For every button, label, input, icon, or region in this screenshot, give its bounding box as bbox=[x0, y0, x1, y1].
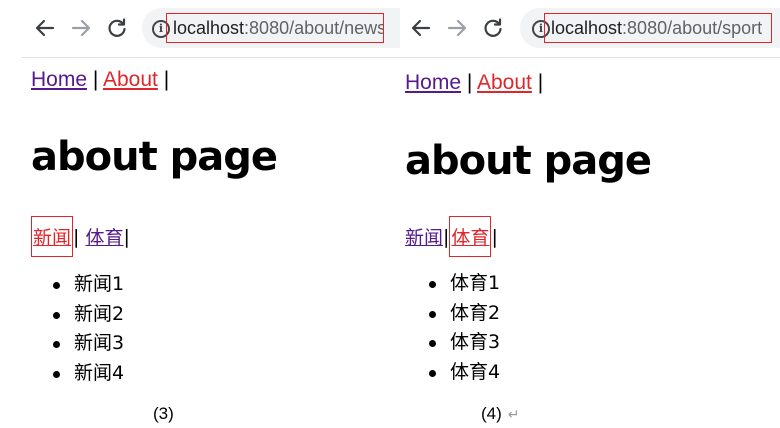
caption-right: (4) ↵ bbox=[481, 404, 520, 424]
back-arrow-icon bbox=[35, 19, 55, 37]
browser-toolbar: i localhost:8080/about/sport bbox=[400, 0, 780, 58]
paragraph-mark-icon: ↵ bbox=[507, 406, 520, 422]
address-bar[interactable]: i localhost:8080/about/sport bbox=[520, 8, 780, 48]
news-link[interactable]: 新闻 bbox=[31, 216, 74, 257]
url-path: :8080/about/news bbox=[244, 17, 384, 38]
page-title: about page bbox=[31, 134, 278, 180]
list-item: 体育2 bbox=[426, 299, 500, 329]
url-host: localhost bbox=[173, 17, 245, 38]
caption-label: (3) bbox=[153, 404, 174, 423]
nav-separator: | bbox=[87, 68, 103, 91]
news-list: 新闻1 新闻2 新闻3 新闻4 bbox=[50, 270, 124, 388]
subnav-separator: | bbox=[73, 225, 80, 248]
address-bar[interactable]: i localhost:8080/about/news bbox=[142, 8, 400, 48]
top-nav: Home | About | bbox=[31, 68, 169, 92]
caption-label: (4) bbox=[481, 404, 502, 423]
screenshot-news: i localhost:8080/about/news Home | About… bbox=[22, 0, 400, 400]
reload-button[interactable] bbox=[478, 13, 508, 43]
list-item: 体育4 bbox=[426, 358, 500, 388]
browser-toolbar: i localhost:8080/about/news bbox=[22, 0, 400, 58]
forward-button[interactable] bbox=[66, 13, 96, 43]
nav-separator: | bbox=[157, 68, 170, 91]
toolbar-divider bbox=[22, 57, 400, 58]
url-path: :8080/about/sport bbox=[622, 17, 763, 38]
forward-arrow-icon bbox=[71, 19, 91, 37]
home-link[interactable]: Home bbox=[405, 71, 461, 94]
list-item: 体育1 bbox=[426, 269, 500, 299]
caption-left: (3) bbox=[153, 404, 174, 424]
url-text[interactable]: localhost:8080/about/news bbox=[166, 13, 384, 43]
page-title: about page bbox=[405, 138, 652, 184]
sports-link[interactable]: 体育 bbox=[449, 216, 492, 257]
reload-icon bbox=[108, 18, 126, 37]
back-button[interactable] bbox=[406, 13, 436, 43]
nav-separator: | bbox=[461, 71, 477, 94]
news-link[interactable]: 新闻 bbox=[405, 223, 443, 250]
list-item: 新闻2 bbox=[50, 300, 124, 330]
subnav-separator: | bbox=[491, 225, 498, 248]
subnav-separator: | bbox=[123, 225, 130, 248]
forward-button[interactable] bbox=[442, 13, 472, 43]
screenshot-sports: i localhost:8080/about/sport Home | Abou… bbox=[400, 0, 780, 400]
home-link[interactable]: Home bbox=[31, 68, 87, 91]
url-host: localhost bbox=[551, 17, 623, 38]
nav-separator: | bbox=[531, 71, 544, 94]
toolbar-divider bbox=[400, 57, 780, 58]
sub-nav: 新闻 | 体育 | bbox=[405, 216, 498, 257]
forward-arrow-icon bbox=[447, 19, 467, 37]
list-item: 新闻3 bbox=[50, 329, 124, 359]
reload-button[interactable] bbox=[102, 13, 132, 43]
list-item: 新闻1 bbox=[50, 270, 124, 300]
about-link[interactable]: About bbox=[103, 68, 158, 91]
url-text[interactable]: localhost:8080/about/sport bbox=[544, 13, 772, 43]
sports-list: 体育1 体育2 体育3 体育4 bbox=[426, 269, 500, 387]
back-arrow-icon bbox=[411, 19, 431, 37]
reload-icon bbox=[484, 18, 502, 37]
top-nav: Home | About | bbox=[405, 71, 543, 95]
list-item: 新闻4 bbox=[50, 359, 124, 389]
sub-nav: 新闻 | 体育 | bbox=[31, 216, 130, 257]
about-link[interactable]: About bbox=[477, 71, 532, 94]
sports-link[interactable]: 体育 bbox=[85, 223, 123, 250]
back-button[interactable] bbox=[30, 13, 60, 43]
list-item: 体育3 bbox=[426, 328, 500, 358]
